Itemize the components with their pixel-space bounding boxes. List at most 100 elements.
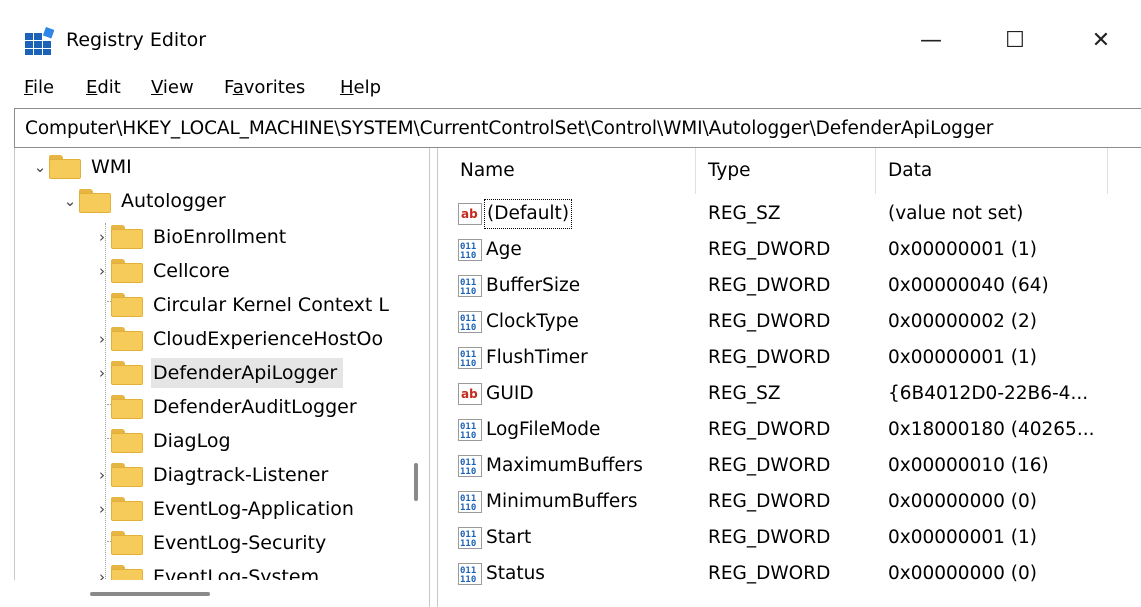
svg-text:110: 110 (460, 431, 476, 441)
value-name-cell: 011 110 MaximumBuffers (458, 448, 643, 484)
binary-value-icon: 011 110 (458, 311, 482, 333)
column-header-type[interactable]: Type (696, 148, 876, 194)
value-row[interactable]: 011 110 BufferSize REG_DWORD 0x00000040 (64) (438, 268, 1141, 304)
tree-item-bioenrollment[interactable]: › BioEnrollment (93, 220, 292, 254)
minimize-button[interactable]: — (908, 20, 954, 60)
folder-icon (111, 293, 143, 317)
menu-file[interactable]: File (24, 74, 54, 102)
string-value-icon: ab (458, 203, 482, 225)
tree-item-label: DefenderAuditLogger (153, 396, 357, 418)
maximize-button[interactable]: ☐ (992, 20, 1038, 60)
tree-item-eventlog-application[interactable]: › EventLog-Application (93, 492, 360, 526)
tree-item-cloudexperiencehost[interactable]: › CloudExperienceHostOo (93, 322, 389, 356)
menu-bar: File Edit View Favorites Help (0, 70, 1141, 108)
svg-text:110: 110 (460, 467, 476, 477)
svg-text:110: 110 (460, 503, 476, 513)
tree-vertical-scrollbar[interactable] (404, 148, 429, 607)
value-data: 0x00000000 (0) (888, 491, 1037, 512)
tree-horizontal-scrollbar[interactable] (14, 580, 404, 607)
tree-item-defenderauditlogger[interactable]: DefenderAuditLogger (93, 390, 363, 424)
value-row[interactable]: 011 110 MaximumBuffers REG_DWORD 0x00000010 … (438, 448, 1141, 484)
tree-item-label: CloudExperienceHostOo (153, 328, 384, 350)
folder-icon (111, 259, 143, 283)
value-type: REG_DWORD (708, 311, 831, 332)
column-header-data[interactable]: Data (876, 148, 1108, 194)
menu-edit[interactable]: Edit (86, 74, 121, 102)
title-bar: Registry Editor — ☐ ✕ (0, 0, 1141, 70)
chevron-down-icon[interactable]: ⌄ (31, 157, 49, 177)
chevron-down-icon[interactable]: ⌄ (61, 191, 79, 211)
string-value-icon: ab (458, 383, 482, 405)
chevron-right-icon[interactable]: › (93, 329, 111, 349)
tree-item-defenderapilogger[interactable]: › DefenderApiLogger (93, 356, 344, 390)
binary-value-icon: 011 110 (458, 527, 482, 549)
value-row[interactable]: 011 110 FlushTimer REG_DWORD 0x00000001 (1) (438, 340, 1141, 376)
menu-view[interactable]: View (151, 74, 194, 102)
value-data: 0x00000001 (1) (888, 527, 1037, 548)
chevron-right-icon[interactable]: › (93, 363, 111, 383)
folder-icon (79, 189, 111, 213)
folder-icon (111, 225, 143, 249)
window-title: Registry Editor (66, 29, 207, 51)
value-type: REG_DWORD (708, 491, 831, 512)
value-data: 0x18000180 (40265... (888, 419, 1095, 440)
svg-text:110: 110 (460, 323, 476, 333)
value-row[interactable]: 011 110 LogFileMode REG_DWORD 0x18000180 (40… (438, 412, 1141, 448)
value-name: MinimumBuffers (486, 491, 638, 512)
value-type: REG_DWORD (708, 239, 831, 260)
folder-icon (111, 361, 143, 385)
close-button[interactable]: ✕ (1078, 20, 1124, 60)
menu-help[interactable]: Help (340, 74, 381, 102)
tree-item-label: DefenderApiLogger (151, 358, 344, 388)
chevron-right-icon[interactable]: › (93, 499, 111, 519)
value-row[interactable]: 011 110 Status REG_DWORD 0x00000000 (0) (438, 556, 1141, 592)
value-data: 0x00000010 (16) (888, 455, 1049, 476)
tree-item-diagtrack-listener[interactable]: › Diagtrack-Listener (93, 458, 334, 492)
value-row[interactable]: 011 110 Start REG_DWORD 0x00000001 (1) (438, 520, 1141, 556)
value-name: GUID (486, 383, 534, 404)
scrollbar-thumb[interactable] (414, 463, 418, 501)
pane-splitter[interactable] (429, 148, 438, 607)
binary-value-icon: 011 110 (458, 275, 482, 297)
value-name: LogFileMode (486, 419, 601, 440)
menu-favorites[interactable]: Favorites (224, 74, 305, 102)
chevron-right-icon[interactable]: › (93, 227, 111, 247)
value-name-cell: 011 110 Status (458, 556, 545, 592)
value-data: 0x00000001 (1) (888, 347, 1037, 368)
address-bar[interactable]: Computer\HKEY_LOCAL_MACHINE\SYSTEM\Curre… (14, 108, 1141, 148)
tree-item-label: Cellcore (153, 260, 230, 282)
value-data: 0x00000001 (1) (888, 239, 1037, 260)
value-row[interactable]: 011 110 MinimumBuffers REG_DWORD 0x00000000 … (438, 484, 1141, 520)
svg-text:ab: ab (461, 207, 478, 221)
column-header-name[interactable]: Name (448, 148, 696, 194)
value-row[interactable]: ab (Default) REG_SZ (value not set) (438, 196, 1141, 232)
chevron-right-icon[interactable]: › (93, 261, 111, 281)
value-name: (Default) (483, 199, 573, 229)
value-data: 0x00000040 (64) (888, 275, 1049, 296)
scrollbar-thumb[interactable] (90, 592, 210, 596)
value-name: ClockType (486, 311, 579, 332)
tree-item-autologger[interactable]: ⌄ Autologger (61, 184, 232, 218)
key-tree-pane[interactable]: ⌄ WMI ⌄ Autologger › BioEnrollment › Cel… (14, 148, 429, 607)
folder-icon (111, 463, 143, 487)
value-row[interactable]: ab GUID REG_SZ {6B4012D0-22B6-4... (438, 376, 1141, 412)
tree-item-wmi[interactable]: ⌄ WMI (31, 150, 138, 184)
tree-item-cellcore[interactable]: › Cellcore (93, 254, 236, 288)
svg-text:110: 110 (460, 359, 476, 369)
tree-item-diaglog[interactable]: DiagLog (93, 424, 237, 458)
close-icon: ✕ (1091, 27, 1111, 53)
tree-item-label: BioEnrollment (153, 226, 287, 248)
binary-value-icon: 011 110 (458, 491, 482, 513)
tree-item-circular-kernel-context[interactable]: Circular Kernel Context L (93, 288, 395, 322)
folder-icon (111, 497, 143, 521)
folder-icon (111, 327, 143, 351)
tree-item-eventlog-security[interactable]: EventLog-Security (93, 526, 332, 560)
value-row[interactable]: 011 110 ClockType REG_DWORD 0x00000002 (2) (438, 304, 1141, 340)
chevron-right-icon[interactable]: › (93, 465, 111, 485)
tree-item-label: EventLog-Security (153, 532, 327, 554)
values-list-pane[interactable]: Name Type Data ab (Default) REG_SZ (value n… (438, 148, 1141, 607)
value-row[interactable]: 011 110 Age REG_DWORD 0x00000001 (1) (438, 232, 1141, 268)
svg-text:ab: ab (461, 387, 478, 401)
binary-value-icon: 011 110 (458, 347, 482, 369)
value-name: Start (486, 527, 532, 548)
